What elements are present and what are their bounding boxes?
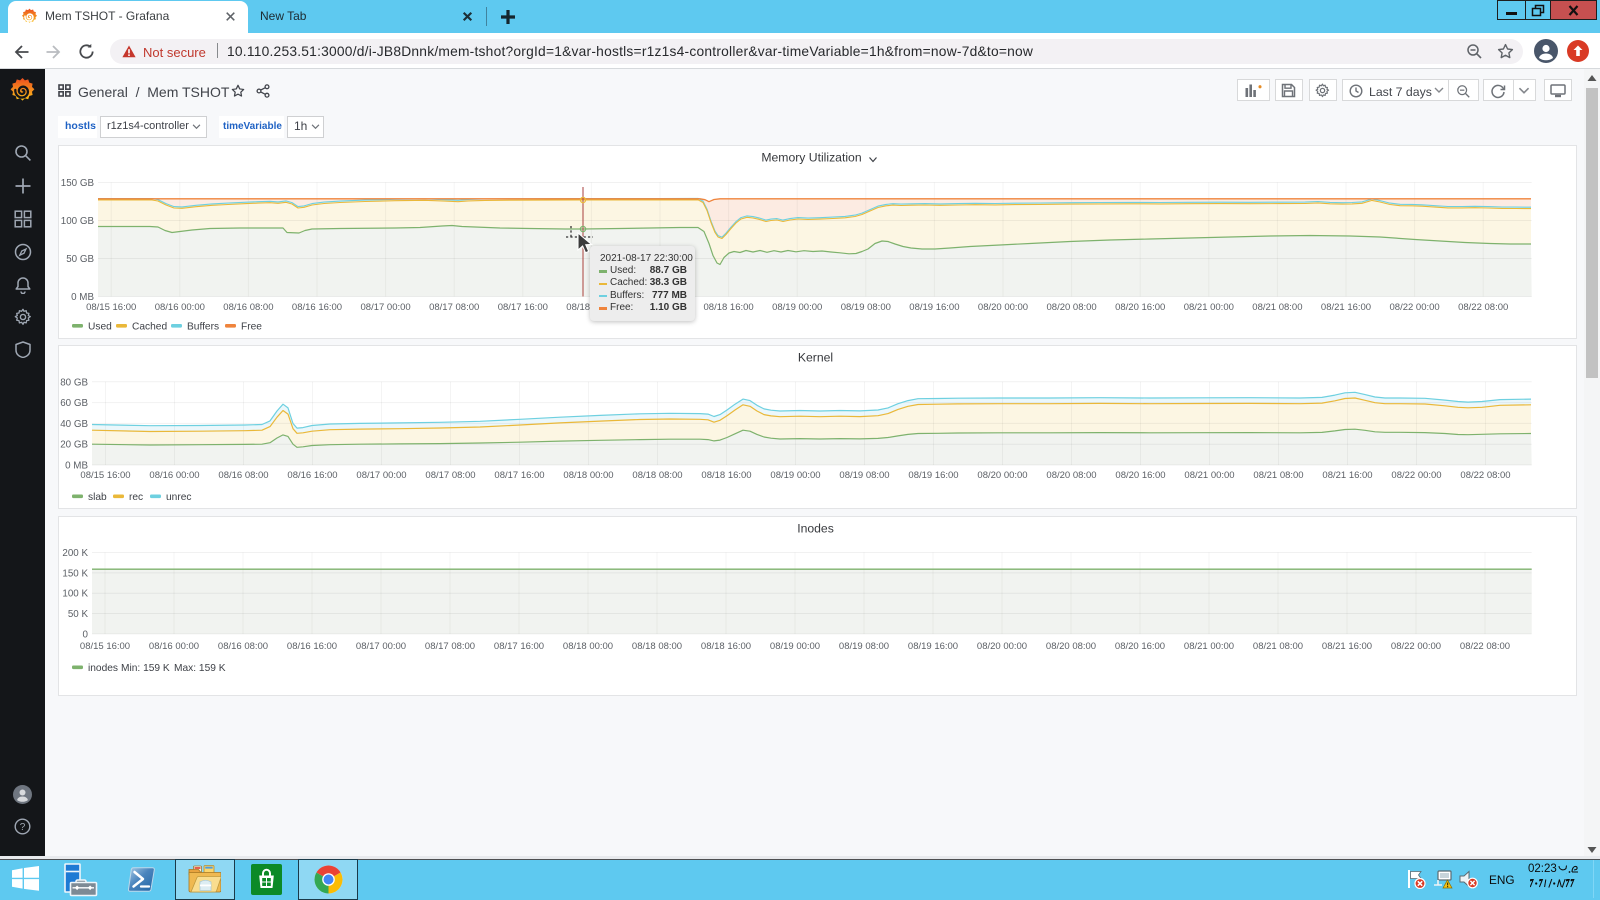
svg-text:Free: Free xyxy=(241,321,262,332)
svg-text:08/18 16:00: 08/18 16:00 xyxy=(704,302,754,313)
svg-text:08/21 00:00: 08/21 00:00 xyxy=(1184,302,1234,313)
svg-text:08/20 16:00: 08/20 16:00 xyxy=(1115,302,1165,313)
svg-text:60 GB: 60 GB xyxy=(60,398,88,409)
svg-text:08/17 08:00: 08/17 08:00 xyxy=(429,302,479,313)
svg-text:08/20 08:00: 08/20 08:00 xyxy=(1047,302,1097,313)
svg-text:08/20 08:00: 08/20 08:00 xyxy=(1046,641,1096,652)
svg-text:08/17 00:00: 08/17 00:00 xyxy=(356,641,406,652)
svg-text:20 GB: 20 GB xyxy=(60,440,88,451)
svg-text:08/17 16:00: 08/17 16:00 xyxy=(498,302,548,313)
svg-text:Memory Utilization: Memory Utilization xyxy=(761,150,861,164)
svg-text:08/19 08:00: 08/19 08:00 xyxy=(841,302,891,313)
svg-text:08/20 08:00: 08/20 08:00 xyxy=(1046,470,1096,481)
svg-text:200 K: 200 K xyxy=(62,548,88,559)
svg-text:08/20 00:00: 08/20 00:00 xyxy=(977,641,1027,652)
svg-text:08/20 00:00: 08/20 00:00 xyxy=(978,302,1028,313)
svg-text:08/15 16:00: 08/15 16:00 xyxy=(80,470,130,481)
svg-text:08/17 16:00: 08/17 16:00 xyxy=(494,470,544,481)
svg-text:08/19 16:00: 08/19 16:00 xyxy=(908,470,958,481)
svg-text:08/17 00:00: 08/17 00:00 xyxy=(356,470,406,481)
svg-text:08/21 08:00: 08/21 08:00 xyxy=(1252,302,1302,313)
svg-text:08/16 00:00: 08/16 00:00 xyxy=(155,302,205,313)
svg-text:08/18 00:00: 08/18 00:00 xyxy=(563,470,613,481)
svg-text:08/19 16:00: 08/19 16:00 xyxy=(908,641,958,652)
svg-text:08/16 08:00: 08/16 08:00 xyxy=(218,470,268,481)
svg-text:Kernel: Kernel xyxy=(798,351,833,365)
svg-text:08/21 08:00: 08/21 08:00 xyxy=(1253,641,1303,652)
svg-text:08/22 00:00: 08/22 00:00 xyxy=(1390,302,1440,313)
svg-text:Inodes: Inodes xyxy=(797,521,834,535)
svg-text:08/19 00:00: 08/19 00:00 xyxy=(772,302,822,313)
svg-text:08/19 08:00: 08/19 08:00 xyxy=(839,641,889,652)
svg-text:100 GB: 100 GB xyxy=(61,216,95,227)
svg-text:Max: 159 K: Max: 159 K xyxy=(174,663,226,674)
svg-text:08/20 00:00: 08/20 00:00 xyxy=(977,470,1027,481)
svg-text:unrec: unrec xyxy=(166,492,191,503)
svg-text:Min: 159 K: Min: 159 K xyxy=(121,663,170,674)
svg-text:08/20 16:00: 08/20 16:00 xyxy=(1115,641,1165,652)
svg-text:Cached: Cached xyxy=(132,321,167,332)
svg-text:08/21 08:00: 08/21 08:00 xyxy=(1253,470,1303,481)
svg-text:08/15 16:00: 08/15 16:00 xyxy=(86,302,136,313)
svg-text:150 GB: 150 GB xyxy=(61,178,95,189)
svg-text:08/16 08:00: 08/16 08:00 xyxy=(218,641,268,652)
svg-text:08/19 00:00: 08/19 00:00 xyxy=(770,641,820,652)
svg-text:rec: rec xyxy=(129,492,143,503)
svg-text:100 K: 100 K xyxy=(62,588,88,599)
svg-text:08/20 16:00: 08/20 16:00 xyxy=(1115,470,1165,481)
svg-text:08/22 08:00: 08/22 08:00 xyxy=(1460,470,1510,481)
svg-text:08/18 00:00: 08/18 00:00 xyxy=(563,641,613,652)
svg-text:50 K: 50 K xyxy=(68,609,89,620)
svg-text:08/18 08:00: 08/18 08:00 xyxy=(632,641,682,652)
svg-text:08/17 08:00: 08/17 08:00 xyxy=(425,641,475,652)
svg-text:08/22 08:00: 08/22 08:00 xyxy=(1460,641,1510,652)
svg-text:08/22 00:00: 08/22 00:00 xyxy=(1391,470,1441,481)
svg-text:150 K: 150 K xyxy=(62,568,88,579)
svg-text:40 GB: 40 GB xyxy=(60,419,88,430)
svg-text:08/16 00:00: 08/16 00:00 xyxy=(149,641,199,652)
svg-text:08/16 16:00: 08/16 16:00 xyxy=(287,641,337,652)
svg-text:08/15 16:00: 08/15 16:00 xyxy=(80,641,130,652)
svg-text:08/16 08:00: 08/16 08:00 xyxy=(223,302,273,313)
svg-text:08/18 08:00: 08/18 08:00 xyxy=(632,470,682,481)
svg-text:08/17 08:00: 08/17 08:00 xyxy=(425,470,475,481)
svg-text:08/19 16:00: 08/19 16:00 xyxy=(909,302,959,313)
svg-text:08/21 00:00: 08/21 00:00 xyxy=(1184,470,1234,481)
svg-text:50 GB: 50 GB xyxy=(66,254,94,265)
svg-text:Buffers: Buffers xyxy=(187,321,219,332)
svg-text:80 GB: 80 GB xyxy=(60,377,88,388)
svg-text:08/21 16:00: 08/21 16:00 xyxy=(1322,470,1372,481)
svg-text:08/18 16:00: 08/18 16:00 xyxy=(701,641,751,652)
svg-text:08/17 00:00: 08/17 00:00 xyxy=(361,302,411,313)
svg-text:08/16 16:00: 08/16 16:00 xyxy=(292,302,342,313)
svg-text:0: 0 xyxy=(83,629,89,640)
svg-text:08/18 16:00: 08/18 16:00 xyxy=(701,470,751,481)
svg-text:?: ? xyxy=(20,822,26,833)
svg-text:08/19 08:00: 08/19 08:00 xyxy=(839,470,889,481)
svg-text:slab: slab xyxy=(88,492,107,503)
svg-text:08/22 08:00: 08/22 08:00 xyxy=(1458,302,1508,313)
svg-text:08/16 16:00: 08/16 16:00 xyxy=(287,470,337,481)
svg-text:08/16 00:00: 08/16 00:00 xyxy=(149,470,199,481)
svg-text:08/21 00:00: 08/21 00:00 xyxy=(1184,641,1234,652)
svg-text:08/19 00:00: 08/19 00:00 xyxy=(770,470,820,481)
svg-text:Used: Used xyxy=(88,321,112,332)
svg-text:08/21 16:00: 08/21 16:00 xyxy=(1321,302,1371,313)
svg-text:inodes: inodes xyxy=(88,663,118,674)
svg-text:08/21 16:00: 08/21 16:00 xyxy=(1322,641,1372,652)
svg-text:08/22 00:00: 08/22 00:00 xyxy=(1391,641,1441,652)
svg-text:08/17 16:00: 08/17 16:00 xyxy=(494,641,544,652)
